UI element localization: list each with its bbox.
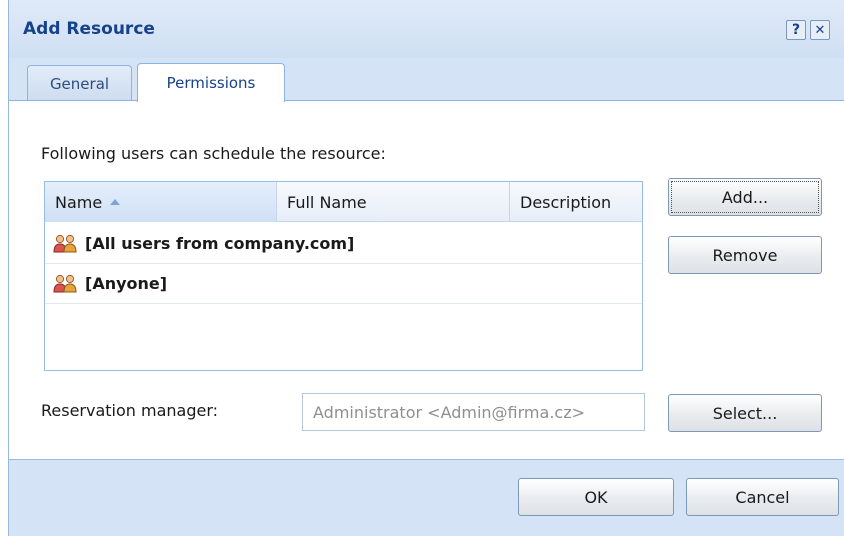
select-button[interactable]: Select... [668, 394, 822, 432]
sort-ascending-icon [110, 199, 121, 205]
row-name: [Anyone] [85, 274, 168, 293]
table-row[interactable]: [All users from company.com] [45, 224, 642, 264]
ok-button[interactable]: OK [518, 478, 674, 516]
column-header-name[interactable]: Name [45, 182, 277, 222]
table-row[interactable]: [Anyone] [45, 264, 642, 304]
row-name: [All users from company.com] [85, 234, 355, 253]
tab-permissions[interactable]: Permissions [137, 63, 285, 102]
grid-header: Name Full Name Description [45, 182, 642, 222]
column-header-description[interactable]: Description [510, 182, 642, 222]
help-icon[interactable]: ? [786, 20, 806, 40]
cancel-button[interactable]: Cancel [686, 478, 839, 516]
dialog-titlebar[interactable]: Add Resource ? ✕ [9, 0, 844, 58]
dialog-title: Add Resource [23, 19, 155, 39]
add-button[interactable]: Add... [668, 178, 822, 216]
tab-general[interactable]: General [27, 65, 132, 101]
column-header-full-name[interactable]: Full Name [277, 182, 510, 222]
add-resource-dialog: Add Resource ? ✕ General Permissions Fol… [8, 0, 844, 536]
column-header-description-label: Description [520, 192, 612, 212]
users-grid: Name Full Name Description [All users fr… [44, 181, 643, 371]
permissions-intro: Following users can schedule the resourc… [41, 144, 386, 163]
close-icon[interactable]: ✕ [810, 20, 830, 40]
column-header-full-name-label: Full Name [287, 192, 367, 212]
user-group-icon [53, 234, 77, 252]
remove-button[interactable]: Remove [668, 236, 822, 274]
column-header-name-label: Name [55, 192, 103, 212]
user-group-icon [53, 274, 77, 292]
permissions-panel: Following users can schedule the resourc… [9, 100, 844, 460]
reservation-manager-label: Reservation manager: [41, 401, 219, 420]
reservation-manager-field[interactable]: Administrator <Admin@firma.cz> [302, 393, 645, 431]
